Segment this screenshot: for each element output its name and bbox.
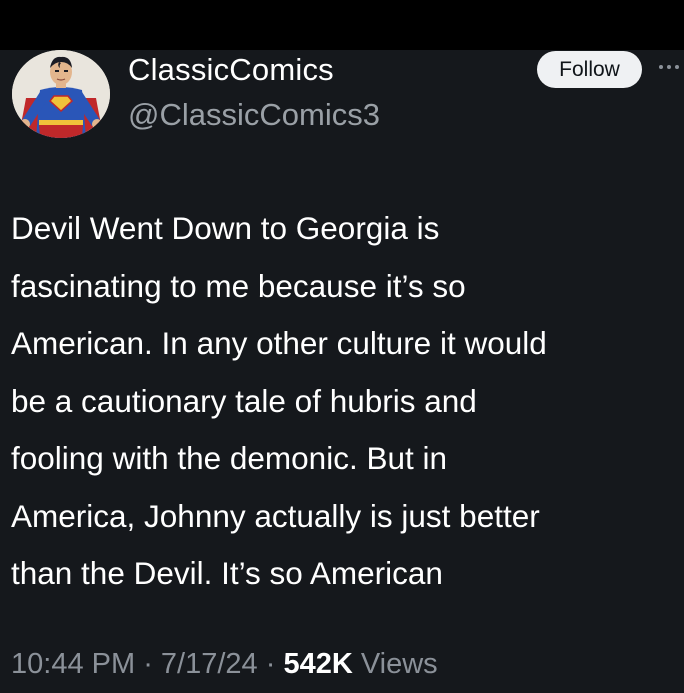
tweet-card[interactable]: ClassicComics @ClassicComics3 Follow Dev… — [0, 50, 684, 693]
tweet-text-line: Devil Went Down to Georgia is — [11, 210, 440, 246]
tweet-time[interactable]: 10:44 PM — [11, 648, 135, 680]
user-handle[interactable]: @ClassicComics3 — [128, 97, 380, 133]
views-label: Views — [352, 648, 438, 680]
top-black-bar — [0, 0, 684, 50]
tweet-text-line: than the Devil. It’s so American — [11, 555, 443, 591]
avatar[interactable] — [12, 50, 110, 138]
meta-separator: · — [257, 648, 284, 680]
tweet-text: Devil Went Down to Georgia is fascinatin… — [11, 200, 683, 603]
meta-separator: · — [135, 648, 161, 680]
tweet-date[interactable]: 7/17/24 — [161, 648, 258, 680]
more-horizontal-icon[interactable] — [656, 52, 682, 82]
superman-avatar-icon — [12, 50, 110, 138]
tweet-text-line: be a cautionary tale of hubris and — [11, 382, 477, 419]
tweet-meta: 10:44 PM · 7/17/24 · 542K Views — [11, 648, 438, 681]
tweet-text-line: American. In any other culture it would — [11, 325, 547, 361]
tweet-text-line: fascinating to me because it’s so — [11, 267, 466, 304]
tweet-text-line: America, Johnny actually is just better — [11, 497, 540, 534]
views-count: 542K — [283, 648, 353, 680]
tweet-text-line: fooling with the demonic. But in — [11, 440, 448, 476]
display-name[interactable]: ClassicComics — [128, 52, 334, 88]
follow-button[interactable]: Follow — [537, 51, 642, 88]
